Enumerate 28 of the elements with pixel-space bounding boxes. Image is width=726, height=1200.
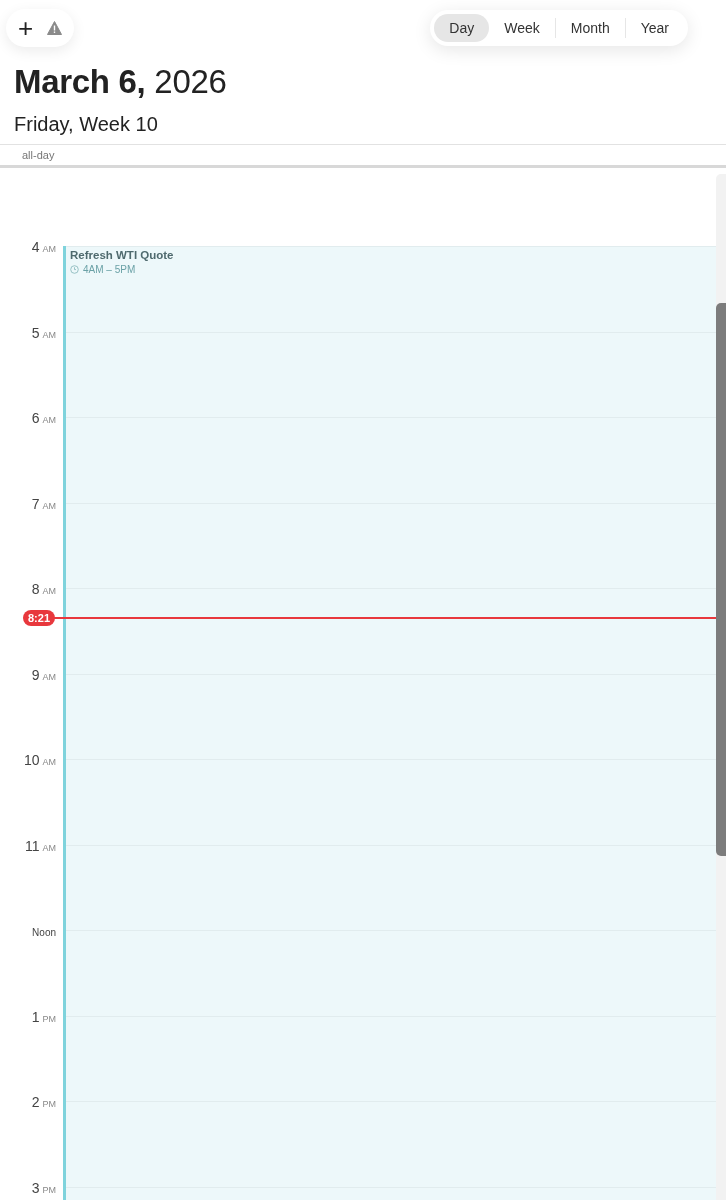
current-time-badge: 8:21 bbox=[23, 609, 56, 626]
hour-label: 2 PM bbox=[30, 1093, 56, 1109]
hour-label: 8 AM bbox=[30, 580, 56, 596]
date-title: March 6, 2026 bbox=[14, 62, 228, 102]
hour-label: 9 AM bbox=[30, 665, 56, 682]
event-title: Refresh WTI Quote bbox=[70, 249, 175, 261]
hour-label: 7 AM bbox=[30, 494, 56, 511]
scrollbar-thumb[interactable] bbox=[716, 303, 726, 856]
event-block[interactable]: Refresh WTI Quote 4AM – 5PM bbox=[63, 246, 716, 1200]
hour-label: 1 PM bbox=[30, 1007, 56, 1024]
hour-label: 10 AM bbox=[22, 751, 56, 767]
event-time: 4AM – 5PM bbox=[83, 264, 136, 275]
view-tab[interactable]: Day bbox=[434, 14, 490, 42]
all-day-label: all-day bbox=[22, 149, 55, 161]
hour-label: 5 AM bbox=[30, 323, 56, 340]
date-subtitle: Friday, Week 10 bbox=[14, 112, 159, 136]
add-button[interactable]: + bbox=[18, 15, 34, 41]
hour-label: 11 AM bbox=[23, 836, 56, 853]
view-tab[interactable]: Week bbox=[489, 14, 555, 42]
scrollbar[interactable] bbox=[716, 174, 726, 1200]
hour-label: Noon bbox=[31, 926, 56, 938]
clock-icon bbox=[70, 265, 79, 274]
hour-label: 3 PM bbox=[30, 1178, 56, 1195]
hour-label: 4 AM bbox=[30, 238, 56, 254]
view-tab[interactable]: Month bbox=[555, 14, 625, 42]
view-tab[interactable]: Year bbox=[625, 14, 684, 42]
warning-icon[interactable] bbox=[47, 21, 63, 35]
hour-label: 6 AM bbox=[30, 409, 56, 425]
